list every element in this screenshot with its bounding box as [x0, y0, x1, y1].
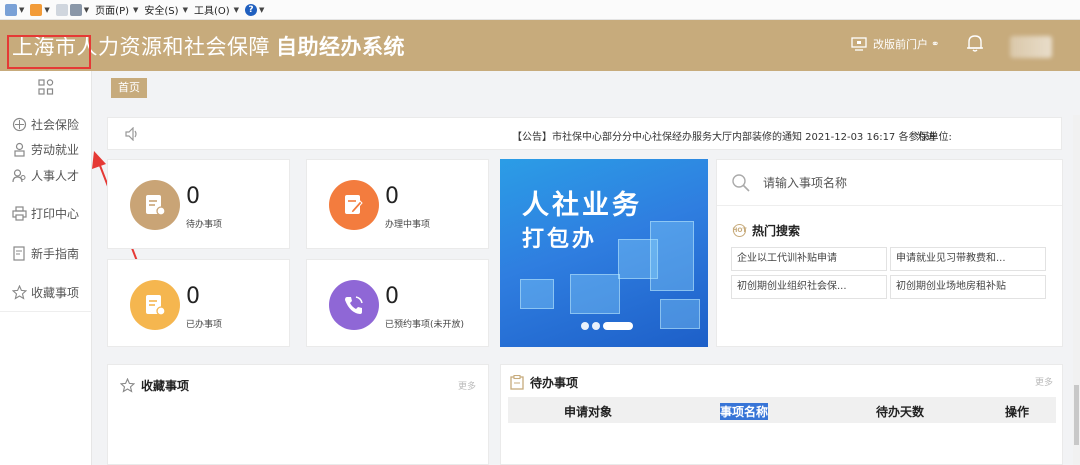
page-scrollbar[interactable]	[1073, 115, 1080, 465]
stat-label: 已预约事项(未开放)	[385, 320, 465, 330]
edit-doc-icon	[329, 180, 379, 230]
favorites-panel: 收藏事项 更多	[107, 364, 489, 465]
banner-pager[interactable]	[581, 322, 633, 330]
speaker-icon	[125, 127, 137, 141]
todo-title: 待办事项	[530, 376, 579, 390]
hot-search-title: 热门搜索	[752, 224, 801, 238]
column-header-item-name: 事项名称	[720, 403, 769, 420]
star-icon	[120, 378, 135, 393]
stat-card-reserved[interactable]: 0 已预约事项(未开放)	[306, 259, 489, 347]
stat-value: 0	[186, 184, 200, 209]
todo-table-header: 申请对象 事项名称 待办天数 操作	[508, 397, 1056, 423]
banner-dot-active[interactable]	[603, 322, 633, 330]
column-header-actions: 操作	[1005, 405, 1030, 419]
clipboard-icon	[510, 375, 524, 390]
scrollbar-thumb[interactable]	[1074, 385, 1079, 445]
stat-value: 0	[385, 284, 399, 309]
hot-icon: HOT	[732, 224, 747, 237]
banner-dot[interactable]	[592, 322, 600, 330]
banner-decor-block	[660, 299, 700, 329]
search-panel: HOT 热门搜索 企业以工代训补贴申请 申请就业见习带教费和... 初创期创业组…	[716, 159, 1063, 347]
stat-card-in-progress[interactable]: 0 办理中事项	[306, 159, 489, 249]
tab-home[interactable]: 首页	[111, 78, 147, 98]
stat-value: 0	[385, 184, 399, 209]
banner-dot[interactable]	[581, 322, 589, 330]
promo-banner[interactable]: 人社业务 打包办	[500, 159, 708, 347]
stat-label: 已办事项	[186, 320, 223, 330]
notice-text[interactable]: 【公告】市社保中心部分分中心社保经办服务大厅内部装修的通知 2021-12-03…	[512, 128, 952, 143]
hot-search-tag[interactable]: 申请就业见习带教费和...	[890, 247, 1046, 271]
column-header-pending-days: 待办天数	[876, 405, 925, 419]
favorites-more-link[interactable]: 更多	[458, 379, 476, 392]
column-header-applicant: 申请对象	[564, 405, 613, 419]
todo-more-link[interactable]: 更多	[1035, 375, 1053, 388]
search-box	[717, 160, 1062, 206]
favorites-header: 收藏事项	[120, 377, 189, 394]
todo-panel: 待办事项 更多 申请对象 事项名称 待办天数 操作	[500, 364, 1063, 465]
notice-bar[interactable]: 【公告】市社保中心部分分中心社保经办服务大厅内部装修的通知 2021-12-03…	[107, 117, 1062, 150]
hot-search-header: HOT 热门搜索	[732, 222, 801, 239]
todo-doc-icon	[130, 180, 180, 230]
favorites-title: 收藏事项	[141, 379, 190, 393]
phone-icon	[329, 280, 379, 330]
todo-header: 待办事项	[510, 374, 578, 391]
notice-text-tail: 为进	[916, 132, 936, 143]
stat-label: 办理中事项	[385, 220, 431, 230]
stat-card-todo[interactable]: 0 待办事项	[107, 159, 290, 249]
banner-subheadline: 打包办	[522, 227, 598, 252]
done-doc-icon	[130, 280, 180, 330]
hot-search-tag[interactable]: 企业以工代训补贴申请	[731, 247, 887, 271]
banner-decor-block	[650, 221, 694, 291]
banner-decor-block	[520, 279, 554, 309]
hot-search-tag[interactable]: 初创期创业组织社会保...	[731, 275, 887, 299]
hot-search-tag[interactable]: 初创期创业场地房租补贴	[890, 275, 1046, 299]
banner-headline: 人社业务	[522, 190, 642, 221]
stat-card-done[interactable]: 0 已办事项	[107, 259, 290, 347]
search-input[interactable]	[763, 173, 1043, 193]
banner-decor-block	[570, 274, 620, 314]
search-icon[interactable]	[731, 173, 751, 193]
stat-value: 0	[186, 284, 200, 309]
stat-label: 待办事项	[186, 220, 223, 230]
